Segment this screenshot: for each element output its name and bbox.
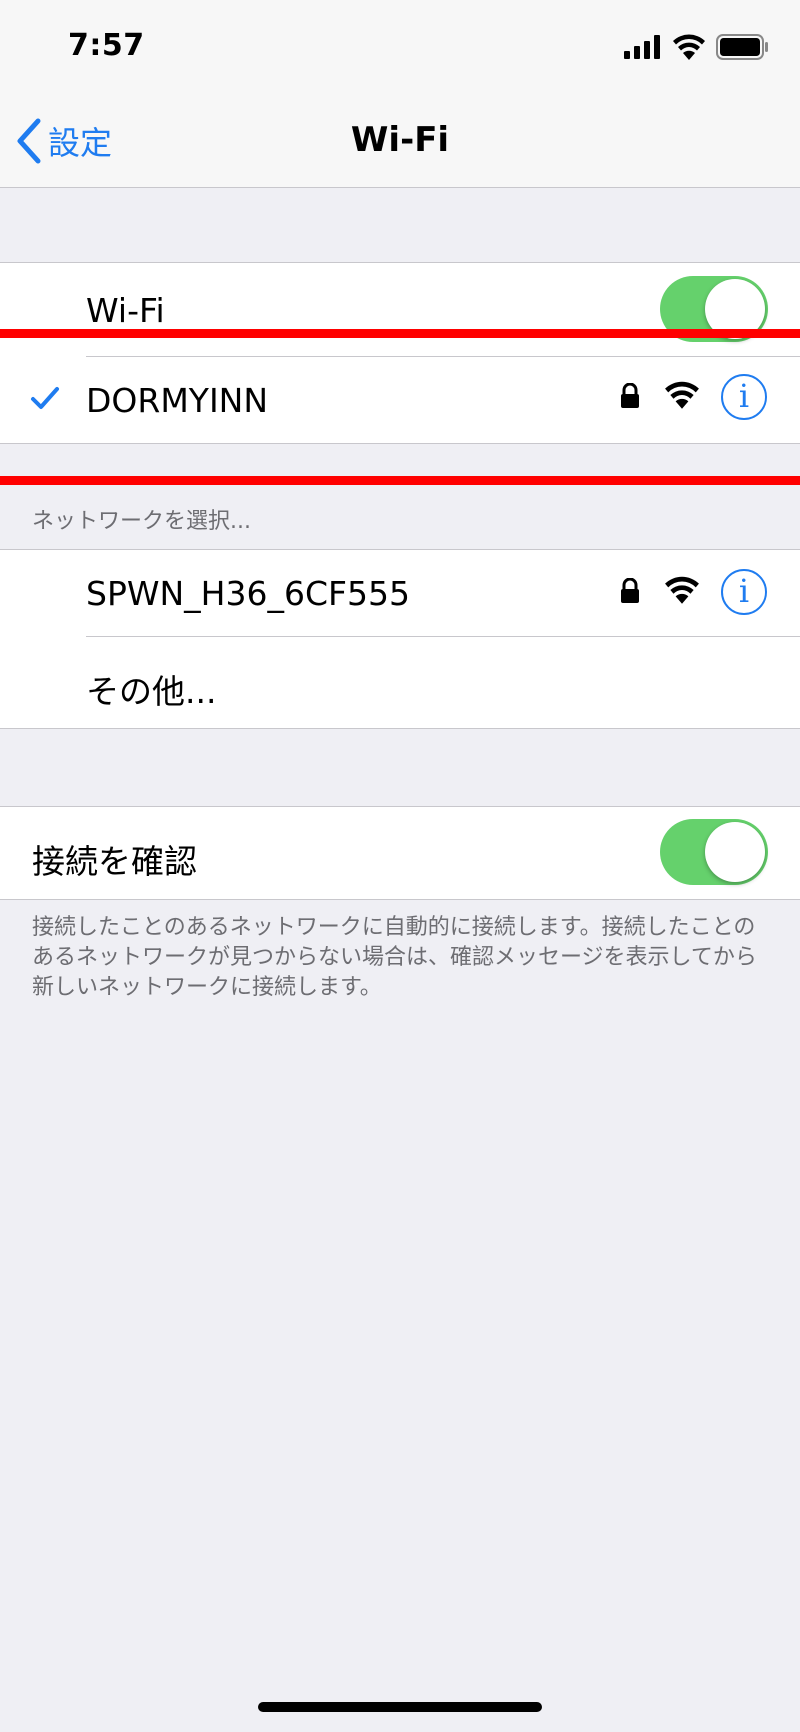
status-bar: 7:57 — [0, 0, 800, 100]
ask-join-footer: 接続したことのあるネットワークに自動的に接続します。接続したことのあるネットワー… — [32, 915, 757, 1000]
info-icon[interactable]: i — [721, 569, 767, 615]
status-time: 7:57 — [68, 28, 145, 63]
lock-icon — [621, 578, 639, 603]
annotation-line — [0, 329, 800, 338]
lock-icon — [621, 383, 639, 408]
cellular-signal-icon — [624, 35, 660, 59]
section-header: ネットワークを選択... — [32, 509, 251, 534]
ask-join-toggle[interactable] — [660, 819, 768, 885]
ask-join-label: 接続を確認 — [32, 842, 197, 881]
page-title: Wi-Fi — [350, 120, 450, 160]
connected-network-name: DORMYINN — [86, 381, 269, 420]
checkmark-icon — [31, 387, 59, 409]
network-name: SPWN_H36_6CF555 — [86, 574, 410, 613]
wifi-strength-icon — [665, 381, 699, 409]
network-row[interactable]: SPWN_H36_6CF555 i — [0, 550, 800, 636]
ask-join-group: 接続を確認 — [0, 806, 800, 900]
status-icons — [624, 34, 770, 60]
wifi-icon — [673, 34, 705, 60]
wifi-group: Wi-Fi DORMYINN i — [0, 262, 800, 444]
toggle-knob — [705, 822, 765, 882]
navigation-bar: 設定 Wi-Fi — [0, 100, 800, 188]
annotation-line — [0, 476, 800, 485]
wifi-label: Wi-Fi — [86, 291, 165, 330]
connected-network-row[interactable]: DORMYINN i — [0, 357, 800, 443]
wifi-toggle-row: Wi-Fi — [0, 263, 800, 355]
battery-icon — [716, 34, 768, 60]
other-network-row[interactable]: その他... — [0, 637, 800, 729]
info-icon[interactable]: i — [721, 374, 767, 420]
networks-group: SPWN_H36_6CF555 i その他... — [0, 549, 800, 729]
home-indicator[interactable] — [258, 1702, 542, 1712]
wifi-strength-icon — [665, 576, 699, 604]
other-network-label: その他... — [86, 672, 217, 711]
